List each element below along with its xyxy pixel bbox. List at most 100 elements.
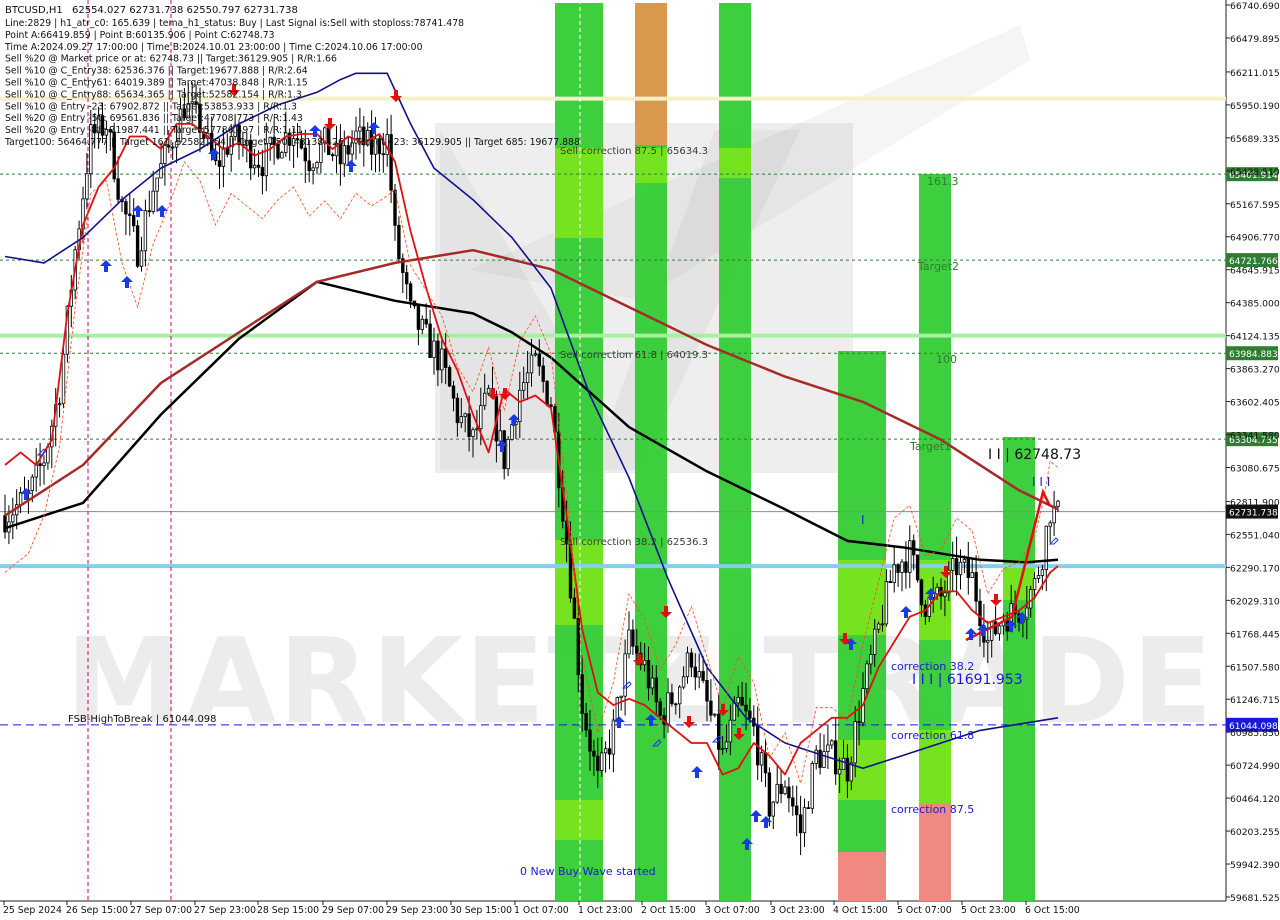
candle-body (159, 163, 163, 179)
time-tick-label: 29 Sep 23:00 (386, 905, 448, 916)
candle-body (822, 751, 826, 768)
candle-body (767, 772, 772, 817)
candle-body (404, 272, 409, 285)
candle-body (432, 340, 436, 358)
candle-body (717, 713, 721, 750)
candle-body (896, 564, 900, 573)
candle-body (143, 210, 148, 252)
candle-body (880, 623, 885, 626)
candle-body (116, 178, 120, 200)
candle-body (221, 147, 226, 167)
wave-bars-label: I I I (1032, 475, 1050, 489)
price-tick-label: 65428.510 (1230, 167, 1280, 178)
candle-body (783, 786, 787, 795)
candle-body (580, 674, 584, 714)
candle-body (163, 145, 167, 164)
candle-body (900, 561, 904, 573)
candle-body (42, 462, 46, 467)
candle-body (728, 719, 733, 743)
candle-body (1032, 578, 1037, 590)
candle-body (30, 476, 34, 491)
price-tick-label: 64124.135 (1230, 332, 1280, 343)
candle-body (997, 625, 1002, 635)
info-line-4: Sell %20 @ Market price or at: 62748.73 … (5, 54, 337, 65)
candle-body (1005, 620, 1009, 632)
candle-body (416, 305, 421, 330)
candle-body (720, 747, 725, 750)
candle-body (397, 224, 401, 260)
time-tick-label: 29 Sep 07:00 (322, 905, 384, 916)
candle-body (131, 215, 136, 227)
time-tick-label: 28 Sep 15:00 (257, 905, 319, 916)
candle-body (424, 318, 428, 325)
price-tick-label: 64906.770 (1230, 233, 1280, 244)
candle-body (57, 403, 62, 406)
time-tick-label: 30 Sep 15:00 (450, 905, 512, 916)
price-tick-label: 66740.690 (1230, 1, 1280, 12)
candle-body (954, 558, 959, 576)
candle-body (264, 142, 268, 177)
price-tick-label: 60203.255 (1230, 827, 1280, 838)
candle-body (619, 695, 623, 698)
candle-body (572, 597, 577, 619)
candle-body (155, 177, 159, 192)
info-line-2: Point A:66419.859 | Point B:60135.906 | … (5, 30, 275, 41)
price-tick-label: 65950.190 (1230, 101, 1280, 112)
candle-body (151, 190, 155, 212)
candle-body (510, 424, 514, 440)
price-chart[interactable]: MARKETZITRADE Sell correction 87.5 | 656… (0, 0, 1280, 920)
candle-body (763, 752, 768, 774)
candle-body (915, 554, 920, 581)
candle-body (225, 147, 229, 155)
time-tick-label: 27 Sep 23:00 (194, 905, 256, 916)
candle-body (986, 639, 990, 643)
candle-body (303, 147, 307, 162)
candle-body (420, 318, 424, 330)
candle-body (525, 372, 530, 383)
candle-body (631, 629, 635, 647)
candle-body (1044, 525, 1048, 571)
candle-body (506, 438, 510, 470)
ohlc-quote: 62554.027 62731.738 62550.797 62731.738 (72, 5, 298, 16)
candle-body (627, 629, 631, 655)
price-tick-label: 64645.915 (1230, 266, 1280, 277)
price-tick-label: 60724.990 (1230, 761, 1280, 772)
candle-body (951, 558, 955, 571)
candle-body (654, 677, 658, 703)
time-tick-label: 6 Oct 15:00 (1025, 905, 1080, 916)
price-tick-label: 64385.000 (1230, 299, 1280, 310)
candle-body (771, 801, 775, 817)
info-line-11: Target100: 56464.777 || Target 161: 5258… (4, 137, 580, 148)
candle-body (740, 697, 744, 706)
price-tick-label: 63080.675 (1230, 463, 1280, 474)
candle-body (588, 729, 592, 752)
candle-body (904, 561, 908, 573)
candle-body (467, 413, 471, 437)
candle-body (732, 702, 736, 721)
fib-zone-3 (719, 3, 751, 901)
candle-body (537, 353, 541, 367)
candle-body (428, 323, 432, 358)
candle-body (650, 677, 655, 689)
time-tick-label: 3 Oct 07:00 (705, 905, 760, 916)
correction-618-label: correction 61.8 (891, 729, 974, 742)
candle-body (724, 741, 729, 749)
price-tick-label: 63341.580 (1230, 431, 1280, 442)
candle-body (678, 686, 682, 705)
price-tick-label: 59942.390 (1230, 860, 1280, 871)
candle-body (775, 783, 779, 803)
candle-body (315, 162, 319, 169)
info-line-10: Sell %20 @ Entry -88: 71987.441 || Targe… (5, 125, 303, 136)
candle-body (748, 710, 752, 719)
candle-body (713, 713, 717, 716)
candle-body (705, 680, 709, 702)
time-tick-label: 1 Oct 07:00 (514, 905, 569, 916)
candle-body (330, 154, 335, 157)
fib-zone-orange (635, 3, 667, 145)
fib-subzone-5 (719, 148, 751, 178)
candle-body (670, 692, 674, 705)
candle-body (592, 750, 596, 757)
candle-body (798, 814, 803, 834)
candle-body (217, 160, 222, 167)
candle-body (545, 381, 549, 406)
